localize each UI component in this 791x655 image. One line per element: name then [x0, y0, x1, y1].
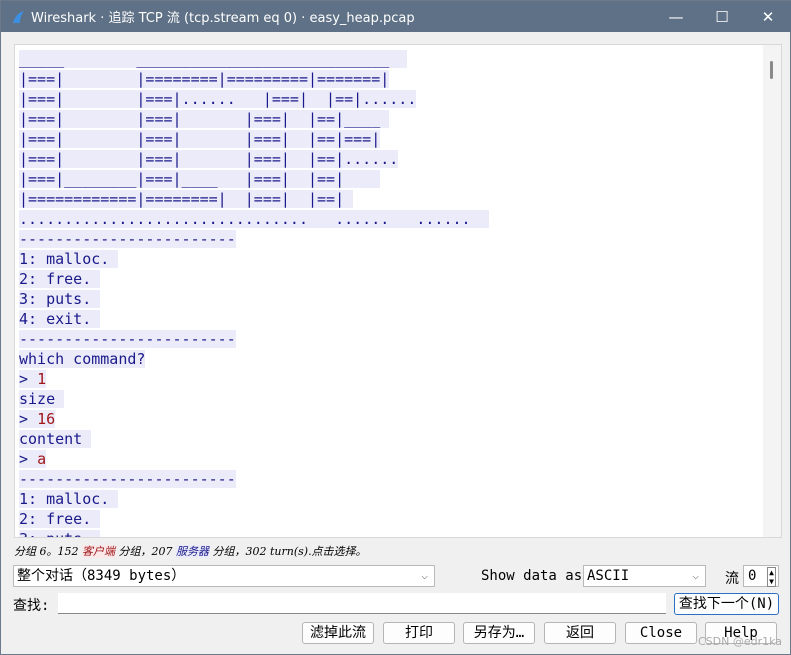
server-text: |===| |========|=========|=======| [19, 70, 390, 88]
stream-line: ................................ ...... … [19, 209, 489, 229]
print-button[interactable]: 打印 [383, 622, 455, 644]
stream-line: |============|========| |===| |==| [19, 189, 489, 209]
server-text: ................................ ...... … [19, 210, 489, 228]
find-input[interactable] [58, 593, 666, 614]
server-label: 服务器 [176, 545, 209, 558]
maximize-button[interactable]: ☐ [699, 1, 745, 32]
minimize-button[interactable]: — [653, 1, 699, 32]
client-text: 16 [37, 410, 56, 428]
client-label: 客户端 [82, 545, 115, 558]
show-data-select[interactable]: ASCII ⌵ [583, 565, 706, 587]
server-text: |===|________|===|____ |===| |==| [19, 170, 381, 188]
client-text: a [37, 450, 47, 468]
server-text: > [19, 370, 38, 388]
show-data-value: ASCII [587, 568, 630, 584]
server-text: which command? [19, 350, 146, 368]
server-text: _____ ____________________________ [19, 50, 408, 68]
stream-line: 1: malloc. [19, 249, 489, 269]
chevron-down-icon: ⌵ [692, 569, 699, 582]
server-text: 1: malloc. [19, 250, 119, 268]
stream-line: 2: free. [19, 509, 489, 529]
stream-label: 流 [725, 571, 739, 587]
stream-line: |===| |===| |===| |==|...... [19, 149, 489, 169]
stream-value: 0 [748, 568, 757, 584]
show-data-label: Show data as [481, 568, 583, 584]
stream-line: content [19, 429, 489, 449]
stream-line: ------------------------ [19, 469, 489, 489]
filter-out-button[interactable]: 滤掉此流 [302, 622, 374, 644]
conversation-value: 整个对话（8349 bytes） [17, 568, 186, 584]
title-bar: Wireshark · 追踪 TCP 流 (tcp.stream eq 0) ·… [1, 1, 791, 32]
conversation-select[interactable]: 整个对话（8349 bytes） ⌵ [13, 565, 435, 587]
server-text: content [19, 430, 92, 448]
stream-line: 3: puts. [19, 529, 489, 537]
server-text: ------------------------ [19, 330, 236, 348]
stream-content[interactable]: _____ ____________________________ |===|… [14, 44, 782, 538]
stream-line: 3: puts. [19, 289, 489, 309]
server-text: > [19, 450, 38, 468]
save-as-button[interactable]: 另存为… [463, 622, 535, 644]
stream-spinbox[interactable]: 0 ▲ ▼ [743, 565, 779, 587]
client-text: 1 [37, 370, 47, 388]
server-text: size [19, 390, 65, 408]
stream-line: |===| |===| |===| |==|===| [19, 129, 489, 149]
stream-line: size [19, 389, 489, 409]
server-text: 2: free. [19, 270, 101, 288]
back-button[interactable]: 返回 [544, 622, 616, 644]
stream-line: > 16 [19, 409, 489, 429]
status-text: 分组 6。152 客户端 分组，207 服务器 分组，302 turn(s).点… [14, 543, 367, 559]
server-text: 4: exit. [19, 310, 101, 328]
watermark: CSDN @edr1ka [698, 635, 783, 648]
scrollbar-thumb[interactable] [770, 61, 773, 79]
server-text: |===| |===| |===| |==|===| [19, 130, 381, 148]
find-next-button[interactable]: 查找下一个(N) [674, 593, 779, 615]
close-button[interactable]: Close [625, 622, 697, 644]
vertical-scrollbar[interactable] [763, 45, 781, 537]
server-text: 3: puts. [19, 530, 101, 537]
wireshark-logo-icon [13, 10, 24, 23]
status-prefix: 分组 6。152 [14, 545, 82, 558]
stream-line: |===| |========|=========|=======| [19, 69, 489, 89]
stream-line: > 1 [19, 369, 489, 389]
server-text: |===| |===| |===| |==|____ [19, 110, 390, 128]
stream-line: which command? [19, 349, 489, 369]
stream-line: |===| |===|...... |===| |==|...... [19, 89, 489, 109]
server-text: 1: malloc. [19, 490, 119, 508]
server-text: |===| |===|...... |===| |==|...... [19, 90, 417, 108]
stream-line: 1: malloc. [19, 489, 489, 509]
server-text: ------------------------ [19, 230, 236, 248]
close-window-button[interactable]: ✕ [745, 1, 791, 32]
find-label: 查找: [13, 598, 50, 614]
chevron-down-icon: ⌵ [421, 569, 428, 582]
status-suffix: 分组，302 turn(s).点击选择。 [209, 545, 367, 558]
server-text: |============|========| |===| |==| [19, 190, 354, 208]
stream-line: > a [19, 449, 489, 469]
server-text: ------------------------ [19, 470, 236, 488]
stream-line: 2: free. [19, 269, 489, 289]
spin-arrows-icon[interactable]: ▲ ▼ [767, 567, 776, 587]
stream-line: |===| |===| |===| |==|____ [19, 109, 489, 129]
stream-line: _____ ____________________________ [19, 49, 489, 69]
server-text: 3: puts. [19, 290, 101, 308]
stream-text: _____ ____________________________ |===|… [19, 49, 489, 537]
stream-line: ------------------------ [19, 229, 489, 249]
window-title: Wireshark · 追踪 TCP 流 (tcp.stream eq 0) ·… [31, 11, 415, 26]
server-text: > [19, 410, 38, 428]
stream-line: ------------------------ [19, 329, 489, 349]
status-mid: 分组，207 [115, 545, 176, 558]
stream-line: 4: exit. [19, 309, 489, 329]
server-text: |===| |===| |===| |==|...... [19, 150, 399, 168]
server-text: 2: free. [19, 510, 101, 528]
stream-line: |===|________|===|____ |===| |==| [19, 169, 489, 189]
